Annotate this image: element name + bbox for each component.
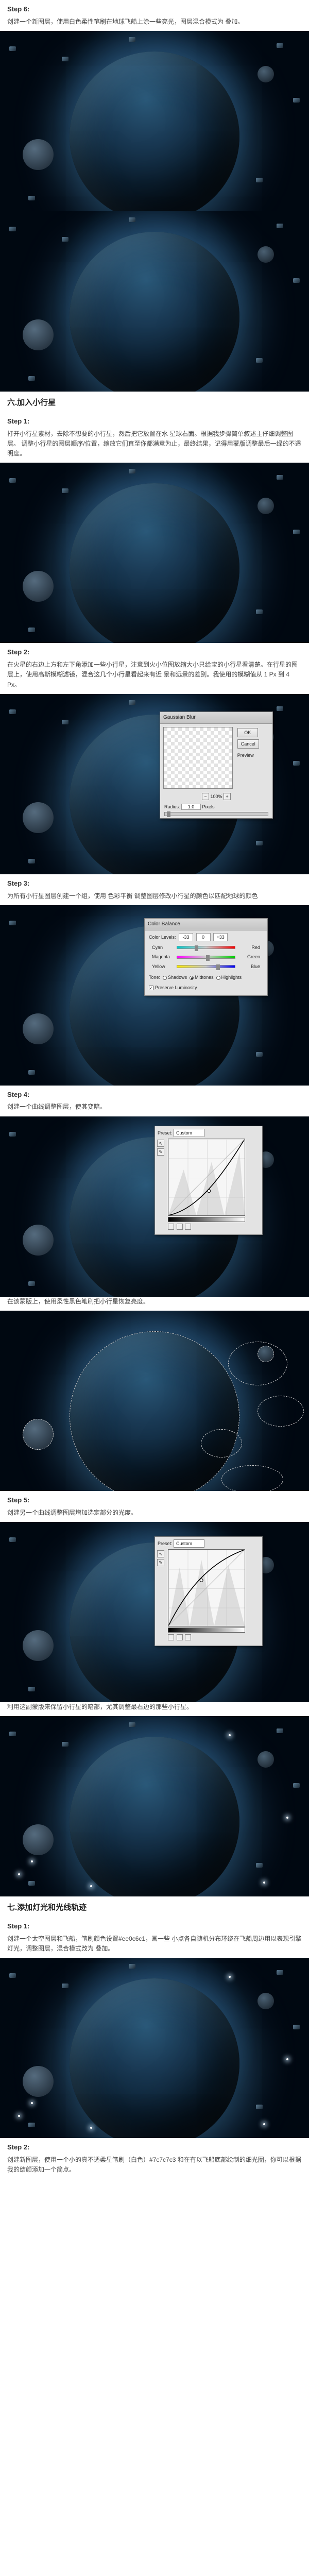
shadows-radio[interactable]: [163, 976, 167, 980]
s6-step3-label: Step 3:: [0, 874, 309, 891]
preview-label: Preview: [237, 753, 254, 758]
s6-step2-image: Gaussian Blur OK Cancel Preview − 100% +…: [0, 694, 309, 874]
s6-step3-text: 为所有小行星图层创建一个组，使用 色彩平衡 调整图层修改小行星的颜色以匹配地球的…: [0, 891, 309, 905]
level-yellow-value[interactable]: +33: [213, 933, 228, 941]
s6-step4-image: Preset: Custom ∿ ✎: [0, 1116, 309, 1297]
preset-label: Preset:: [158, 1130, 173, 1136]
ok-button[interactable]: OK: [237, 728, 258, 737]
s6-step2-label: Step 2:: [0, 643, 309, 660]
s6-step4-text: 创建一个曲线调整图层，使其变暗。: [0, 1102, 309, 1116]
red-label: Red: [237, 944, 260, 951]
section7-title: 七.添加灯光和光线轨迹: [0, 1896, 309, 1917]
selection-marquee: [258, 1396, 304, 1427]
gaussian-preview: [163, 727, 233, 789]
radius-slider[interactable]: [164, 812, 268, 816]
preset-select[interactable]: Custom: [174, 1539, 204, 1548]
gray-point-icon[interactable]: [177, 1224, 183, 1230]
result-image-step6a: [0, 31, 309, 211]
curve-line: [168, 1550, 245, 1626]
cyan-red-slider[interactable]: [177, 946, 235, 949]
gray-point-icon[interactable]: [177, 1634, 183, 1640]
blue-label: Blue: [237, 963, 260, 970]
tone-label: Tone: [149, 975, 159, 980]
pencil-tool-icon[interactable]: ✎: [157, 1559, 164, 1566]
result-image-step6b: [0, 211, 309, 392]
curve-line: [168, 1139, 245, 1215]
white-point-icon[interactable]: [185, 1224, 191, 1230]
zoom-in-button[interactable]: +: [224, 793, 231, 800]
step6-text: 创建一个新图层，使用白色柔性笔刷在地球飞船上涂一些亮光，图层混合模式为 叠加。: [0, 17, 309, 31]
selection-marquee: [201, 1429, 242, 1458]
radius-label: Radius:: [164, 804, 180, 809]
curve-tool-icon[interactable]: ∿: [157, 1550, 164, 1557]
yellow-blue-slider[interactable]: [177, 965, 235, 968]
selection-marquee: [228, 1342, 287, 1385]
black-point-icon[interactable]: [168, 1224, 174, 1230]
preset-select[interactable]: Custom: [174, 1129, 204, 1137]
preserve-lum-label: Preserve Luminosity: [155, 985, 197, 990]
s6-step4-extra: 在该蒙版上，使用柔性黑色笔刷把小行星恢复亮度。: [0, 1297, 309, 1311]
shadows-label: Shadows: [168, 975, 187, 980]
s6-step3-image: Color Balance Color Levels: -33 0 +33 Cy…: [0, 905, 309, 1086]
s7-step2-text: 创建新图层，使用一个小的真不透柔星笔刷（白色）#7c7c7c3 和在有以飞船底部…: [0, 2155, 309, 2179]
highlights-label: Highlights: [221, 975, 242, 980]
gradient-strip: [168, 1217, 245, 1222]
radius-unit: Pixels: [202, 804, 215, 809]
s6-step1-text: 打开小行星素材，去除不想要的小行星，然后把它放置在水 星球右面。根据我步骤简单叙…: [0, 429, 309, 463]
selection-marquee: [221, 1465, 283, 1491]
radius-input[interactable]: [181, 804, 201, 810]
white-point-icon[interactable]: [185, 1634, 191, 1640]
level-cyan-value[interactable]: -33: [179, 933, 193, 941]
step6-label: Step 6:: [0, 0, 309, 17]
zoom-value: 100%: [210, 794, 222, 799]
dialog-title: Gaussian Blur: [160, 712, 272, 724]
curves-graph[interactable]: [168, 1549, 245, 1626]
midtones-radio[interactable]: [190, 976, 194, 980]
curves-dialog-brighten: Preset: Custom ∿ ✎: [154, 1536, 263, 1646]
color-balance-dialog: Color Balance Color Levels: -33 0 +33 Cy…: [144, 918, 268, 996]
s6-step5-text: 创建另一个曲线调整图层增加选定部分的光度。: [0, 1508, 309, 1522]
dialog-title: Color Balance: [145, 919, 267, 930]
curves-dialog-darken: Preset: Custom ∿ ✎: [154, 1126, 263, 1235]
s7-step1-label: Step 1:: [0, 1917, 309, 1934]
green-label: Green: [237, 953, 260, 960]
highlights-radio[interactable]: [216, 976, 220, 980]
color-levels-label: Color Levels:: [149, 935, 176, 940]
yellow-label: Yellow: [152, 963, 175, 970]
magenta-label: Magenta: [152, 953, 175, 960]
s7-step1-image: [0, 1958, 309, 2138]
midtones-label: Midtones: [195, 975, 214, 980]
s6-step1-image: [0, 463, 309, 643]
zoom-out-button[interactable]: −: [202, 793, 209, 800]
s7-step1-text: 创建一个太空图层和飞船，笔刷颜色设置#ee0c6c1，画一些 小点各自随机分布环…: [0, 1934, 309, 1958]
gaussian-blur-dialog: Gaussian Blur OK Cancel Preview − 100% +…: [160, 711, 273, 819]
s6-step2-text: 在火星的右边上方和左下角添加一些小行星，注意到火小位图放缩大小只给宝的小行星看清…: [0, 660, 309, 694]
s6-step5-extra: 利用这副蒙版来保留小行星的暗部，尤其调整最右边的那些小行星。: [0, 1702, 309, 1716]
section6-title: 六.加入小行星: [0, 392, 309, 412]
s6-step5-image: Preset: Custom ∿ ✎: [0, 1522, 309, 1702]
curves-graph[interactable]: [168, 1139, 245, 1216]
s6-step4-label: Step 4:: [0, 1086, 309, 1103]
s6-step4-mask-image: [0, 1311, 309, 1491]
level-magenta-value[interactable]: 0: [196, 933, 211, 941]
s6-step1-label: Step 1:: [0, 412, 309, 429]
s7-step2-label: Step 2:: [0, 2138, 309, 2155]
s6-step5-result-image: [0, 1716, 309, 1896]
curve-tool-icon[interactable]: ∿: [157, 1140, 164, 1147]
preserve-lum-checkbox[interactable]: [149, 986, 153, 990]
gradient-strip: [168, 1628, 245, 1633]
magenta-green-slider[interactable]: [177, 956, 235, 959]
s6-step5-label: Step 5:: [0, 1491, 309, 1508]
cyan-label: Cyan: [152, 944, 175, 951]
black-point-icon[interactable]: [168, 1634, 174, 1640]
cancel-button[interactable]: Cancel: [237, 739, 259, 749]
pencil-tool-icon[interactable]: ✎: [157, 1148, 164, 1156]
preset-label: Preset:: [158, 1541, 173, 1546]
